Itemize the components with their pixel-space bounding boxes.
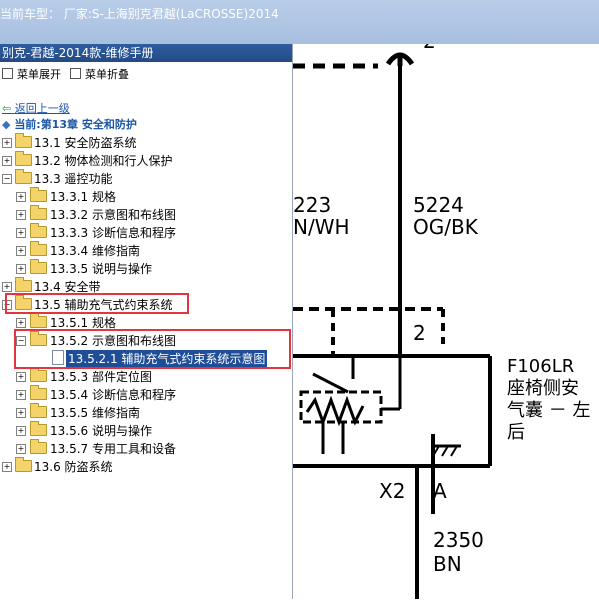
folder-open-icon bbox=[15, 169, 32, 184]
tree-item-label: 13.3.3 诊断信息和程序 bbox=[50, 226, 176, 240]
component-id: F106LR bbox=[507, 356, 574, 377]
folder-icon bbox=[30, 205, 47, 220]
wire-left-number: 223 bbox=[293, 193, 331, 217]
tree-item-label: 13.3.2 示意图和布线图 bbox=[50, 208, 176, 222]
tree-item-label: 13.3 遥控功能 bbox=[34, 172, 113, 186]
tree-item-label: 13.2 物体检测和行人保护 bbox=[34, 154, 173, 168]
panel-header: 别克-君越-2014款-维修手册 bbox=[0, 44, 292, 62]
tree-item-label: 13.6 防盗系统 bbox=[34, 460, 113, 474]
expand-toggle-icon[interactable]: + bbox=[16, 228, 26, 238]
expand-toggle-icon[interactable]: + bbox=[16, 246, 26, 256]
wire-bottom-color: BN bbox=[433, 552, 462, 576]
tree-item-label: 13.5.6 说明与操作 bbox=[50, 424, 152, 438]
expand-toggle-icon[interactable]: + bbox=[16, 318, 26, 328]
tree-item-label: 13.5.5 维修指南 bbox=[50, 406, 140, 420]
wire-left-color: N/WH bbox=[293, 215, 350, 239]
expand-toggle-icon[interactable]: + bbox=[2, 282, 12, 292]
pin-mid-label: 2 bbox=[413, 321, 426, 345]
expand-toggle-icon[interactable]: + bbox=[16, 372, 26, 382]
tree-item-label: 13.3.5 说明与操作 bbox=[50, 262, 152, 276]
wire-bottom-number: 2350 bbox=[433, 528, 484, 552]
folder-icon bbox=[15, 151, 32, 166]
folder-icon bbox=[30, 313, 47, 328]
tree-item-label: 13.3.1 规格 bbox=[50, 190, 116, 204]
tree-item-label: 13.5.3 部件定位图 bbox=[50, 370, 152, 384]
tree-item-label: 13.3.4 维修指南 bbox=[50, 244, 140, 258]
folder-icon bbox=[15, 277, 32, 292]
expand-toggle-icon[interactable]: + bbox=[16, 390, 26, 400]
folder-icon bbox=[15, 133, 32, 148]
folder-icon bbox=[30, 421, 47, 436]
expand-toggle-icon[interactable]: + bbox=[16, 192, 26, 202]
component-name-line1: 座椅侧安 bbox=[507, 378, 579, 399]
pin-top-label: 2 bbox=[423, 44, 436, 53]
folder-icon bbox=[30, 367, 47, 382]
folder-icon bbox=[30, 187, 47, 202]
folder-icon bbox=[30, 439, 47, 454]
wiring-diagram: 2 223 N/WH 5224 OG/BK 2 F106LR 座椅侧安 bbox=[293, 29, 599, 599]
expand-toggle-icon[interactable]: + bbox=[16, 444, 26, 454]
folder-icon bbox=[30, 403, 47, 418]
current-chapter: ◆ 当前:第13章 安全和防护 bbox=[2, 116, 137, 132]
chapter-icon: ◆ bbox=[2, 118, 11, 131]
resistor-symbol bbox=[305, 395, 365, 427]
highlight-box bbox=[5, 293, 189, 314]
folder-icon bbox=[30, 385, 47, 400]
folder-icon bbox=[30, 241, 47, 256]
wiring-diagram-svg: 2 223 N/WH 5224 OG/BK 2 F106LR 座椅侧安 bbox=[293, 29, 590, 599]
collapse-menu-button[interactable]: 菜单折叠 bbox=[70, 66, 129, 82]
terminal-label: A bbox=[433, 479, 447, 503]
wire-right-number: 5224 bbox=[413, 193, 464, 217]
tree-item-label: 13.5.7 专用工具和设备 bbox=[50, 442, 176, 456]
back-arrow-icon: ⇦ bbox=[2, 102, 12, 115]
folder-icon bbox=[30, 259, 47, 274]
navigation-panel: 别克-君越-2014款-维修手册 菜单展开 菜单折叠 ⇦ 返回上一级 ◆ 当前:… bbox=[0, 44, 293, 599]
component-name-line2: 气囊 － 左 bbox=[507, 400, 590, 421]
expand-toggle-icon[interactable]: + bbox=[16, 426, 26, 436]
expand-toggle-icon[interactable]: + bbox=[2, 156, 12, 166]
wire-right-color: OG/BK bbox=[413, 215, 479, 239]
collapse-icon bbox=[70, 68, 81, 79]
expand-menu-label: 菜单展开 bbox=[17, 68, 61, 81]
window-title: 当前车型： 厂家:S-上海别克君越(LaCROSSE)2014 bbox=[0, 7, 279, 21]
back-link[interactable]: ⇦ 返回上一级 bbox=[2, 100, 70, 116]
tree-item-label: 13.5.4 诊断信息和程序 bbox=[50, 388, 176, 402]
folder-icon bbox=[30, 223, 47, 238]
highlight-box bbox=[14, 329, 291, 369]
chapter-label: 当前:第13章 安全和防护 bbox=[14, 118, 137, 131]
collapse-menu-label: 菜单折叠 bbox=[85, 68, 129, 81]
tree-item-label: 13.1 安全防盗系统 bbox=[34, 136, 137, 150]
window-titlebar: 当前车型： 厂家:S-上海别克君越(LaCROSSE)2014 bbox=[0, 0, 599, 44]
folder-icon bbox=[15, 457, 32, 472]
expand-toggle-icon[interactable]: + bbox=[2, 138, 12, 148]
back-link-label: 返回上一级 bbox=[14, 102, 70, 115]
component-name-line3: 后 bbox=[507, 422, 525, 443]
collapse-toggle-icon[interactable]: − bbox=[2, 174, 12, 184]
expand-toggle-icon[interactable]: + bbox=[16, 264, 26, 274]
panel-toolbar: 菜单展开 菜单折叠 bbox=[0, 64, 292, 82]
switch-arm bbox=[312, 372, 349, 394]
expand-toggle-icon[interactable]: + bbox=[16, 408, 26, 418]
expand-menu-button[interactable]: 菜单展开 bbox=[2, 66, 61, 82]
expand-toggle-icon[interactable]: + bbox=[2, 462, 12, 472]
expand-icon bbox=[2, 68, 13, 79]
connector-label: X2 bbox=[379, 479, 405, 503]
expand-toggle-icon[interactable]: + bbox=[16, 210, 26, 220]
panel-title: 别克-君越-2014款-维修手册 bbox=[2, 46, 154, 60]
